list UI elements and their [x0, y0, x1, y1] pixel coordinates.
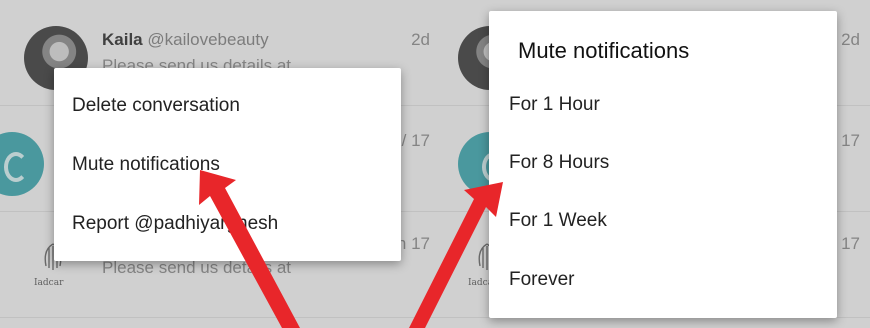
dialog-title: Mute notifications	[518, 38, 690, 63]
mute-option-forever[interactable]: Forever	[509, 269, 574, 291]
left-screen: Kaila @kailovebeauty Please send us deta…	[0, 0, 440, 328]
mute-option-8-hours[interactable]: For 8 Hours	[509, 152, 609, 174]
delete-conversation-item[interactable]: Delete conversation	[72, 95, 240, 117]
mute-option-1-hour[interactable]: For 1 Hour	[509, 94, 600, 116]
mute-notifications-item[interactable]: Mute notifications	[72, 154, 220, 176]
context-menu: Delete conversation Mute notifications R…	[54, 68, 401, 261]
mute-option-1-week[interactable]: For 1 Week	[509, 210, 607, 232]
mute-notifications-dialog: Mute notifications For 1 Hour For 8 Hour…	[489, 11, 837, 318]
tutorial-screenshot: Kaila @kailovebeauty Please send us deta…	[0, 0, 870, 328]
report-user-item[interactable]: Report @padhiyargnesh	[72, 213, 278, 235]
